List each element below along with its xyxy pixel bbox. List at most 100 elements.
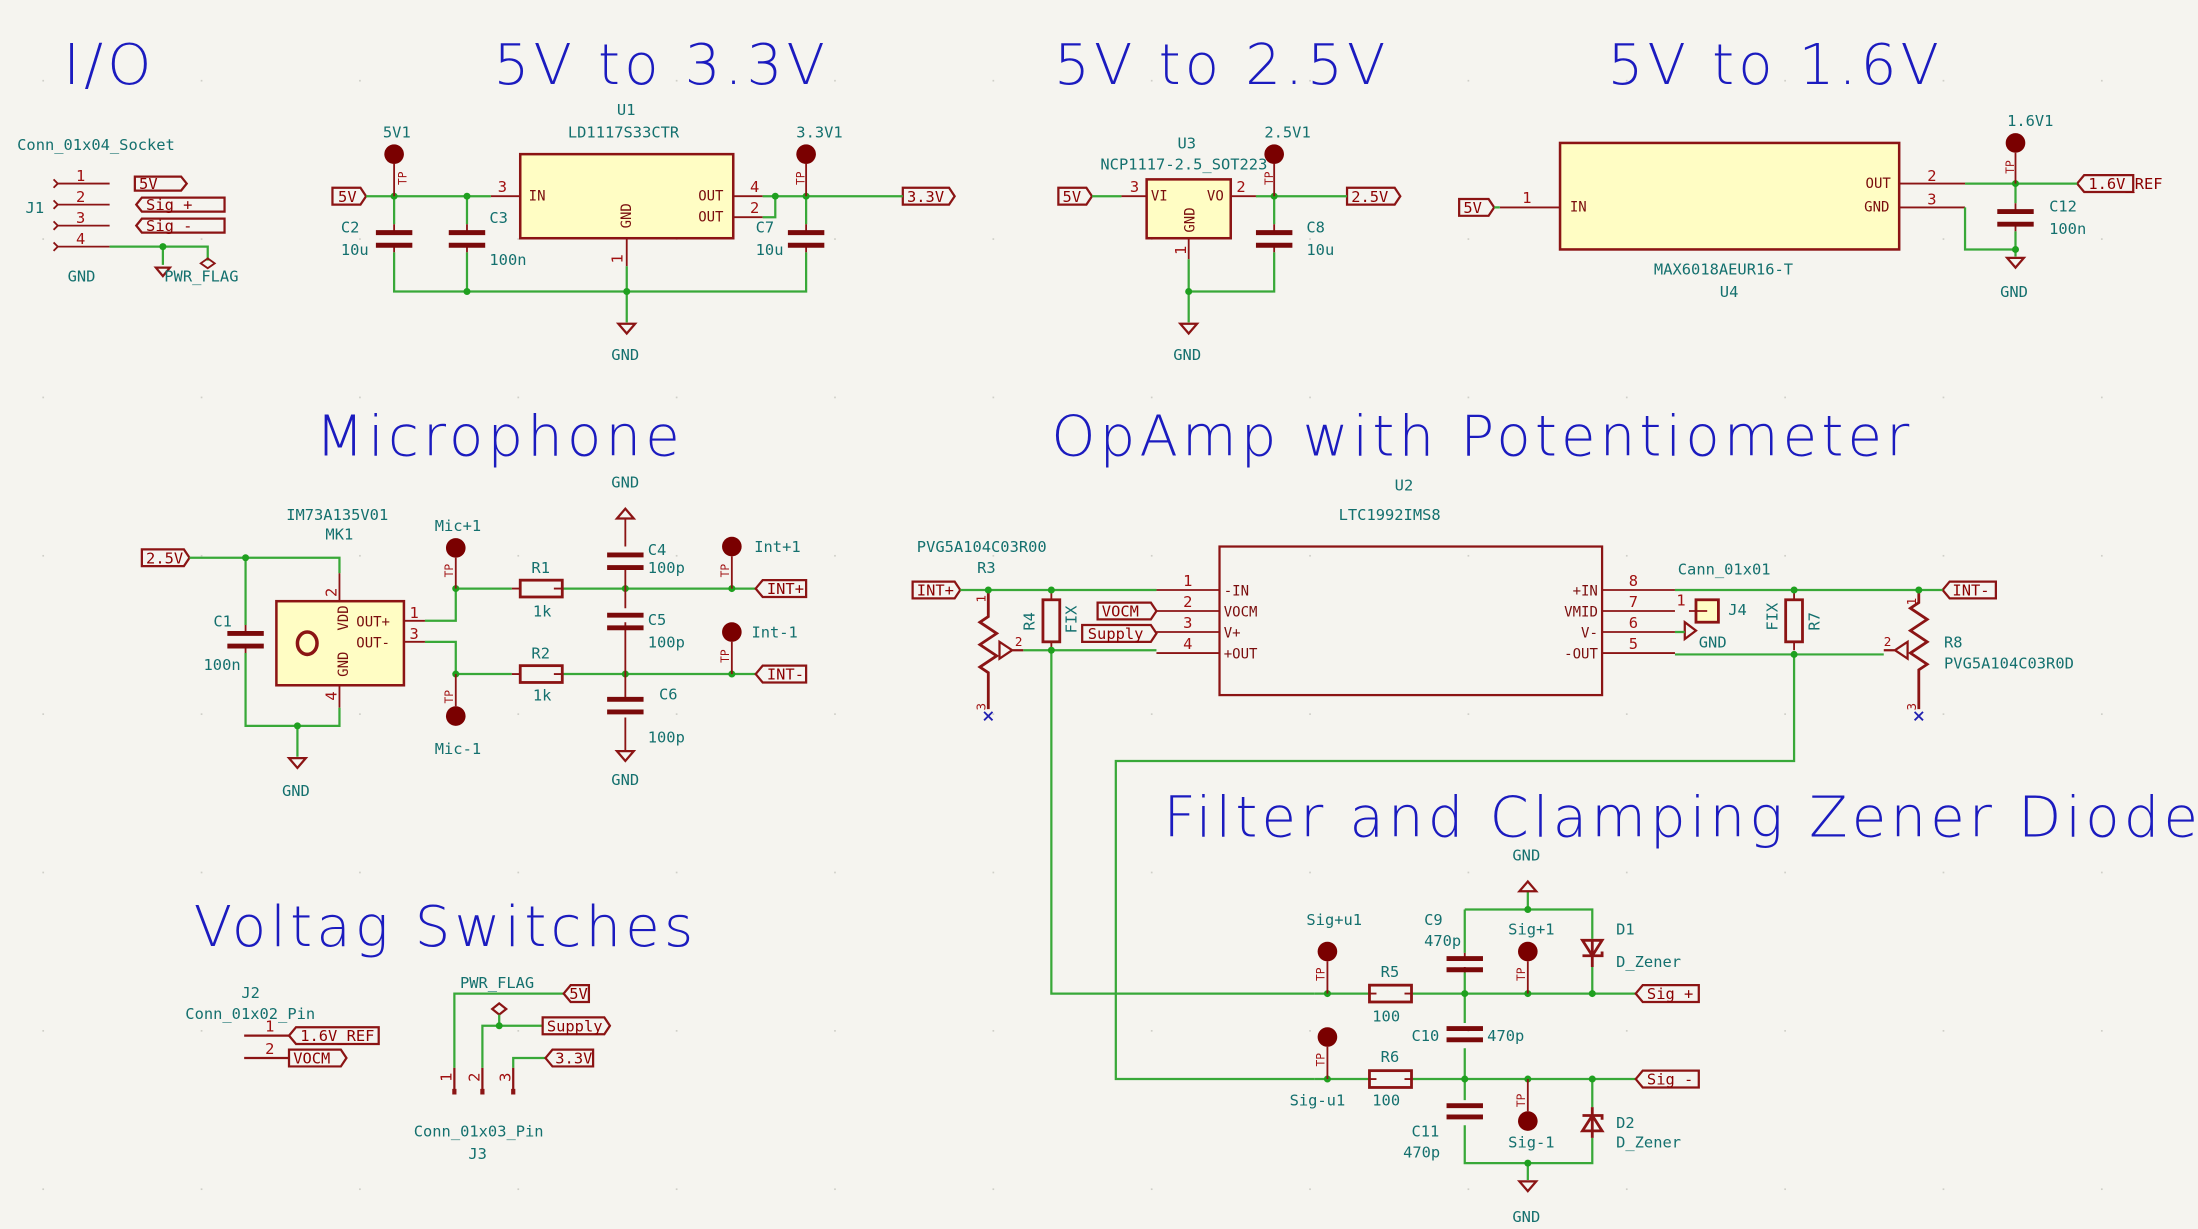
tp-name: Int-1	[751, 624, 797, 642]
label-text: 1.6V_REF	[2088, 175, 2162, 193]
value: 100p	[648, 559, 685, 577]
value: FIX	[1063, 605, 1081, 634]
grid-dot	[834, 871, 836, 874]
label-1v6-ref-j2[interactable]: 1.6V_REF	[287, 1026, 380, 1045]
pin-number: 3	[496, 1073, 514, 1082]
pin-number: 2	[1015, 634, 1023, 649]
grid-dot	[1309, 396, 1311, 399]
value: 1k	[533, 687, 552, 705]
grid-dot	[992, 396, 995, 399]
value: PVG5A104C03R00	[917, 538, 1047, 556]
pin-number: 1	[609, 254, 627, 263]
junction	[495, 1022, 503, 1030]
ref: C7	[756, 219, 775, 237]
grid-dot	[200, 396, 203, 399]
gnd-label: GND	[611, 346, 639, 364]
pin-name: GND	[1182, 207, 1198, 232]
grid-dot	[200, 1030, 203, 1032]
pin-number: 3	[498, 178, 507, 196]
label-text: Sig -	[146, 217, 192, 235]
title-5v-to-3v3: 5V to 3.3V	[494, 33, 829, 98]
grid-dot	[1942, 396, 1945, 399]
pin-name: VI	[1151, 188, 1168, 204]
tp-name: Mic+1	[435, 517, 481, 535]
ref: C12	[2049, 198, 2077, 216]
pin-number: 1	[1522, 189, 1531, 207]
pin-number: 3	[1183, 614, 1192, 632]
value: 100p	[648, 729, 685, 747]
j1-pin-4: 4	[76, 230, 85, 248]
label-supply-j3[interactable]: Supply	[541, 1016, 612, 1035]
grid-dot	[1309, 713, 1311, 715]
grid-dot	[834, 396, 836, 399]
grid-dot	[1942, 871, 1945, 874]
u2-value: LTC1992IMS8	[1339, 506, 1441, 524]
title-voltage-switches: Voltag Switches	[194, 895, 698, 960]
mk1-value: IM73A135V01	[286, 506, 388, 524]
gnd-label: GND	[68, 268, 96, 286]
value: 10u	[756, 241, 784, 259]
grid-dot	[1784, 713, 1786, 715]
title-filter: Filter and Clamping Zener Diode	[1163, 786, 2198, 851]
grid-dot	[1625, 554, 1628, 557]
grid-dot	[992, 238, 995, 240]
grid-dot	[834, 1188, 836, 1191]
value: 100n	[489, 251, 526, 269]
schematic-canvas[interactable]: I/O 5V to 3.3V 5V to 2.5V 5V to 1.6V Mic…	[0, 0, 2198, 1229]
tp-name: Int+1	[754, 538, 800, 556]
label-2v5-mic[interactable]: 2.5V	[140, 548, 191, 567]
pin-number: 1	[438, 1073, 456, 1082]
ref: C1	[213, 612, 232, 630]
pin-number: 6	[1629, 614, 1638, 632]
grid-dot	[675, 554, 678, 557]
tp-name: 5V1	[383, 123, 411, 141]
label-int-plus-opamp[interactable]: INT+	[911, 580, 962, 600]
grid-dot	[42, 238, 45, 240]
grid-dot	[834, 238, 836, 240]
label-text: 5V	[338, 188, 357, 206]
u4-value: MAX6018AEUR16-T	[1654, 261, 1793, 279]
pin-number: 2	[323, 588, 341, 597]
pin-name: GND	[336, 652, 352, 677]
grid-dot	[1150, 1188, 1153, 1191]
tp-name: 3.3V1	[796, 123, 842, 141]
pin-number: 1	[1904, 598, 1919, 606]
ref: C10	[1412, 1027, 1440, 1045]
tp-label: TP	[1315, 1053, 1328, 1067]
label-text: VOCM	[1102, 603, 1139, 621]
pin-name: VDD	[336, 605, 352, 630]
ref: C11	[1412, 1123, 1440, 1141]
pin-name: OUT	[1866, 176, 1892, 192]
ref: J3	[468, 1145, 487, 1163]
label-text: 2.5V	[1351, 188, 1388, 206]
u3-value: NCP1117-2.5_SOT223	[1100, 156, 1267, 174]
grid-dot	[200, 554, 203, 557]
pin-number: 3	[410, 625, 419, 643]
grid-dot	[992, 1188, 995, 1191]
grid-dot	[1467, 79, 1470, 82]
pin-number: 3	[1904, 703, 1919, 711]
grid-dot	[42, 713, 45, 715]
grid-dot	[1467, 554, 1470, 557]
tp-name: Sig-1	[1508, 1134, 1554, 1152]
ref: C5	[648, 611, 667, 629]
pin-number: 1	[1676, 591, 1685, 609]
grid-dot	[1784, 396, 1786, 399]
grid-dot	[2100, 79, 2103, 82]
ref: C2	[341, 219, 360, 237]
j1-value: Conn_01x04_Socket	[17, 136, 175, 154]
title-opamp: OpAmp with Potentiometer	[1051, 404, 1913, 469]
grid-dot	[1309, 1030, 1311, 1032]
grid-dot	[2100, 554, 2103, 557]
pwr-flag-label: PWR_FLAG	[164, 268, 238, 286]
tp-label: TP	[1515, 1093, 1528, 1107]
grid-dot	[42, 79, 45, 82]
pin-number: 1	[973, 595, 988, 603]
grid-dot	[200, 1188, 203, 1191]
u3-ref: U3	[1177, 135, 1196, 153]
pin-number: 2	[1884, 634, 1892, 649]
label-text: VOCM	[293, 1050, 330, 1068]
label-1v6-ref-out[interactable]: 1.6V_REF	[2075, 174, 2163, 193]
gnd-label: GND	[611, 771, 639, 789]
pin-name: OUT	[698, 188, 724, 204]
